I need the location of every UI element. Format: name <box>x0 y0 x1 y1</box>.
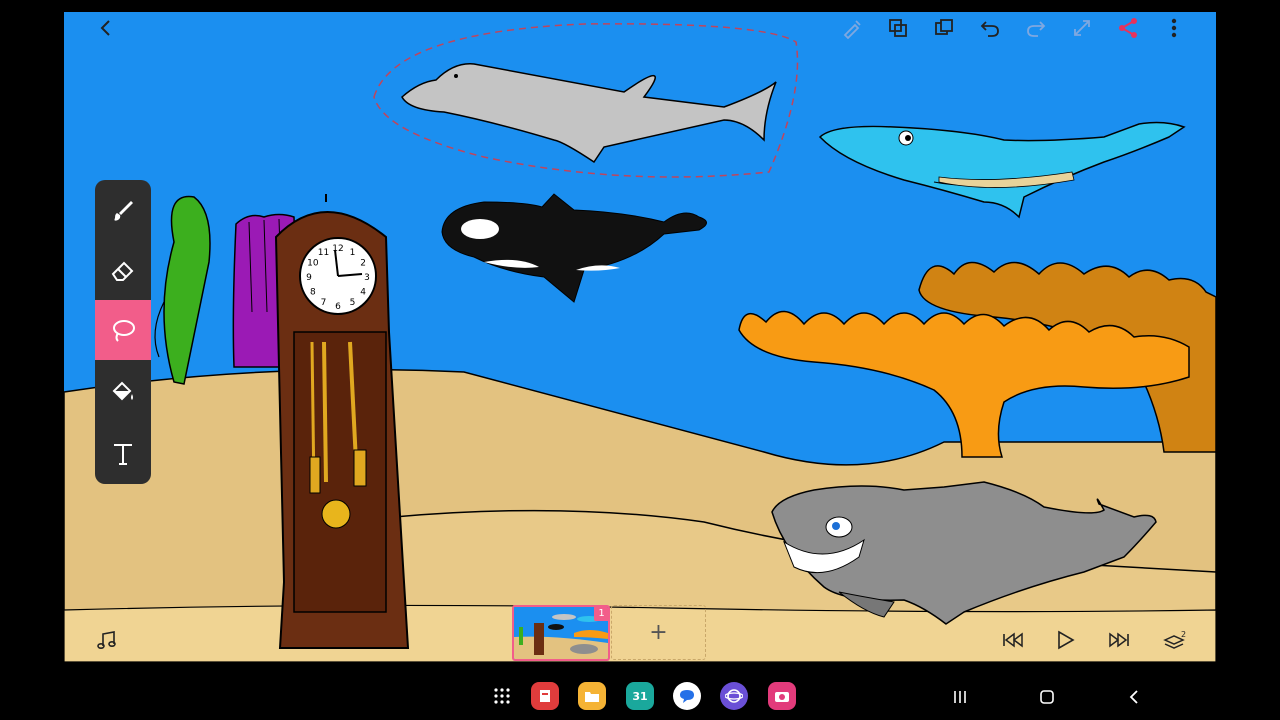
add-frame-button[interactable]: + <box>611 605 706 660</box>
paste-icon[interactable] <box>924 12 964 44</box>
clock-numeral: 2 <box>360 259 366 269</box>
play-icon[interactable] <box>1048 618 1082 662</box>
messages-app-icon[interactable] <box>673 682 701 710</box>
more-icon[interactable] <box>1154 12 1194 44</box>
app-drawer-icon[interactable] <box>488 682 516 710</box>
system-back-icon[interactable] <box>1116 684 1152 710</box>
copy-icon[interactable] <box>878 12 918 44</box>
transform-icon[interactable] <box>1062 12 1102 44</box>
files-app-icon[interactable] <box>578 682 606 710</box>
flipaclip-app-icon[interactable] <box>531 682 559 710</box>
calendar-day: 31 <box>632 689 648 703</box>
recent-apps-icon[interactable] <box>942 684 978 710</box>
clock-numeral: 11 <box>318 248 329 258</box>
brush-icon[interactable] <box>95 180 151 240</box>
skip-to-end-icon[interactable] <box>1102 618 1136 662</box>
camera-app-icon[interactable] <box>768 682 796 710</box>
internet-app-icon[interactable] <box>720 682 748 710</box>
svg-text:2: 2 <box>1181 630 1186 639</box>
frame-thumbnail[interactable]: 1 <box>512 605 610 661</box>
eraser-icon[interactable] <box>95 240 151 300</box>
clock-numeral: 10 <box>307 259 319 269</box>
clock-numeral: 4 <box>360 288 366 298</box>
eyedropper-icon[interactable] <box>832 12 872 44</box>
text-icon[interactable] <box>95 424 151 484</box>
back-icon[interactable] <box>86 12 126 44</box>
clock-numeral: 5 <box>350 298 356 308</box>
lasso-icon[interactable] <box>95 300 151 360</box>
home-icon[interactable] <box>1029 684 1065 710</box>
skip-to-start-icon[interactable] <box>996 618 1030 662</box>
undo-icon[interactable] <box>970 12 1010 44</box>
clock-numeral: 1 <box>350 248 356 258</box>
clock-numeral: 8 <box>310 288 316 298</box>
drawing-canvas[interactable]: 12 1 2 3 4 5 6 7 8 9 10 11 <box>64 12 1216 662</box>
calendar-app-icon[interactable]: 31 <box>626 682 654 710</box>
fill-bucket-icon[interactable] <box>95 362 151 422</box>
clock-numeral: 12 <box>332 244 343 254</box>
redo-icon[interactable] <box>1016 12 1056 44</box>
add-frame-label: + <box>649 620 668 645</box>
clock-numeral: 7 <box>321 298 327 308</box>
clock-numeral: 3 <box>364 273 370 283</box>
layers-icon[interactable]: 2 <box>1158 618 1192 662</box>
share-icon[interactable] <box>1108 12 1148 44</box>
frame-number-badge: 1 <box>594 607 608 621</box>
music-icon[interactable] <box>90 618 124 662</box>
tool-palette <box>95 180 151 484</box>
clock-numeral: 9 <box>306 273 312 283</box>
clock-numeral: 6 <box>335 302 341 312</box>
ocean-scene: 12 1234567891011 <box>64 12 1216 662</box>
